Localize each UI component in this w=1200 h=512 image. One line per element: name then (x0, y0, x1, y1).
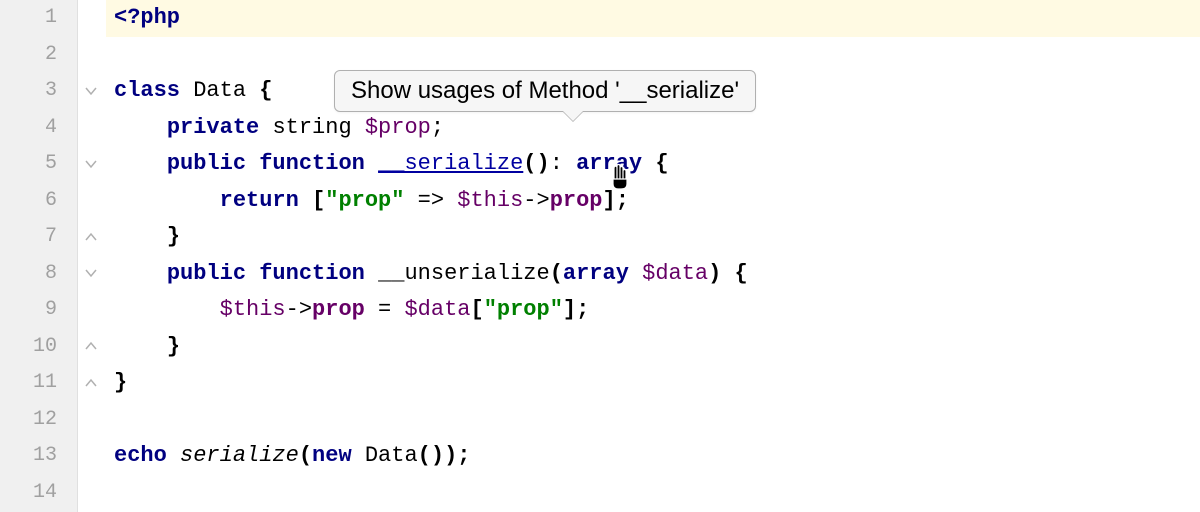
code-line[interactable]: public function __serialize(): array { (106, 146, 1200, 183)
method-name: __unserialize (378, 261, 550, 286)
paren: () (523, 151, 549, 176)
keyword-echo: echo (114, 443, 180, 468)
bracket: ]; (603, 188, 629, 213)
line-number[interactable]: 5 (0, 146, 77, 183)
paren: ( (550, 261, 563, 286)
code-area[interactable]: <?php class Data { private string $prop;… (106, 0, 1200, 512)
code-line[interactable] (106, 37, 1200, 74)
tooltip-text: Show usages of Method '__serialize' (351, 77, 739, 104)
keyword-function: function (259, 151, 378, 176)
code-line[interactable]: } (106, 365, 1200, 402)
paren: ); (444, 443, 470, 468)
param-type: array (563, 261, 642, 286)
line-number[interactable]: 10 (0, 329, 77, 366)
fold-open-icon[interactable] (82, 155, 100, 173)
brace: { (246, 78, 272, 103)
code-line[interactable]: private string $prop; (106, 110, 1200, 147)
code-line[interactable]: $this->prop = $data["prop"]; (106, 292, 1200, 329)
line-number[interactable]: 8 (0, 256, 77, 293)
param-var: $data (642, 261, 708, 286)
line-number[interactable]: 11 (0, 365, 77, 402)
property: prop (312, 297, 365, 322)
code-line[interactable]: <?php (106, 0, 1200, 37)
code-line[interactable]: echo serialize(new Data()); (106, 438, 1200, 475)
fold-open-icon[interactable] (82, 264, 100, 282)
accessor: -> (523, 188, 549, 213)
class-name: Data (193, 78, 246, 103)
this-var: $this (220, 297, 286, 322)
paren: () (418, 443, 444, 468)
usages-tooltip[interactable]: Show usages of Method '__serialize' (334, 70, 756, 112)
property: prop (550, 188, 603, 213)
keyword-class: class (114, 78, 193, 103)
method-name-link[interactable]: __serialize (378, 151, 523, 176)
brace: } (114, 370, 127, 395)
keyword-public: public (167, 151, 259, 176)
fold-close-icon[interactable] (82, 374, 100, 392)
class-ref: Data (365, 443, 418, 468)
keyword-private: private (167, 115, 273, 140)
paren: ( (299, 443, 312, 468)
code-line[interactable] (106, 402, 1200, 439)
line-number[interactable]: 13 (0, 438, 77, 475)
keyword-public: public (167, 261, 259, 286)
code-line[interactable] (106, 475, 1200, 512)
variable: $prop (365, 115, 431, 140)
string: "prop" (325, 188, 404, 213)
return-type: array (576, 151, 642, 176)
variable: $data (404, 297, 470, 322)
code-line[interactable]: return ["prop" => $this->prop]; (106, 183, 1200, 220)
equals: = (365, 297, 405, 322)
paren: ) (708, 261, 721, 286)
keyword-new: new (312, 443, 365, 468)
php-open-tag: <?php (114, 5, 180, 30)
code-line[interactable]: } (106, 329, 1200, 366)
keyword-return: return (220, 188, 312, 213)
line-number[interactable]: 1 (0, 0, 77, 37)
fold-open-icon[interactable] (82, 82, 100, 100)
fold-gutter (78, 0, 106, 512)
bracket: ]; (563, 297, 589, 322)
accessor: -> (286, 297, 312, 322)
line-number[interactable]: 2 (0, 37, 77, 74)
bracket: [ (470, 297, 483, 322)
line-number[interactable]: 9 (0, 292, 77, 329)
line-number-gutter: 1 2 3 4 5 6 7 8 9 10 11 12 13 14 (0, 0, 78, 512)
colon: : (550, 151, 576, 176)
line-number[interactable]: 6 (0, 183, 77, 220)
brace: } (167, 334, 180, 359)
line-number[interactable]: 4 (0, 110, 77, 147)
code-line[interactable]: public function __unserialize(array $dat… (106, 256, 1200, 293)
code-line[interactable]: } (106, 219, 1200, 256)
line-number[interactable]: 12 (0, 402, 77, 439)
brace: { (642, 151, 668, 176)
brace: } (167, 224, 180, 249)
arrow: => (404, 188, 457, 213)
fold-close-icon[interactable] (82, 228, 100, 246)
brace: { (721, 261, 747, 286)
line-number[interactable]: 7 (0, 219, 77, 256)
function-call: serialize (180, 443, 299, 468)
keyword-function: function (259, 261, 378, 286)
bracket: [ (312, 188, 325, 213)
line-number[interactable]: 3 (0, 73, 77, 110)
this-var: $this (457, 188, 523, 213)
type: string (272, 115, 364, 140)
fold-close-icon[interactable] (82, 337, 100, 355)
string: "prop" (484, 297, 563, 322)
line-number[interactable]: 14 (0, 475, 77, 512)
semicolon: ; (431, 115, 444, 140)
code-editor: 1 2 3 4 5 6 7 8 9 10 11 12 13 14 (0, 0, 1200, 512)
